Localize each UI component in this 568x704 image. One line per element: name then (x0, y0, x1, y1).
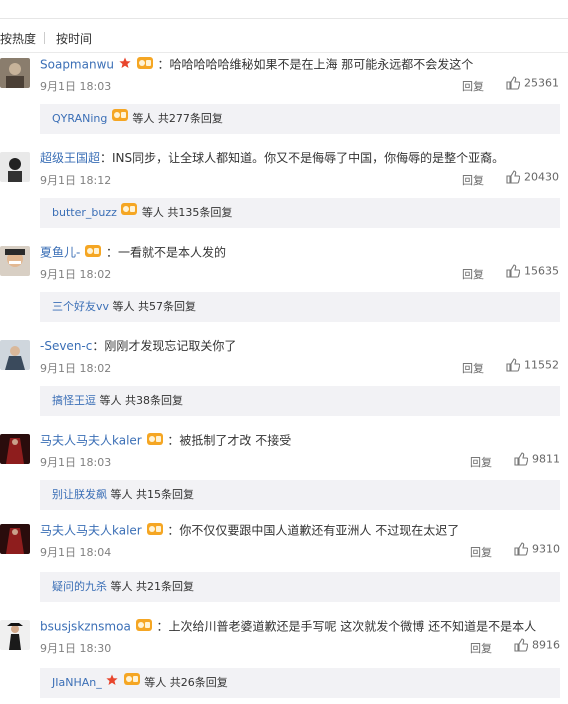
reply-button[interactable]: 回复 (462, 266, 484, 282)
comment-time: 9月1日 18:02 (40, 362, 112, 375)
thumbs-up-icon (506, 358, 521, 372)
comment-text: ：一看就不是本人发的 (106, 245, 227, 260)
top-bar (0, 0, 568, 19)
reply-username[interactable]: JIaNHAn_ (52, 676, 102, 689)
reply-username[interactable]: QYRANing (52, 112, 107, 125)
thumbs-up-icon (506, 76, 521, 90)
comment-text: ：刚刚才发现忘记取关你了 (92, 339, 237, 353)
like-count: 25361 (524, 76, 559, 90)
star-icon (106, 668, 118, 698)
reply-summary[interactable]: butter_buzz 等人 共135条回复 (40, 198, 560, 228)
comment-username[interactable]: 马夫人马夫人kaler (40, 524, 142, 538)
reply-button[interactable]: 回复 (470, 544, 492, 560)
comment-text: ：你不仅仅要跟中国人道歉还有亚洲人 不过现在太迟了 (167, 523, 460, 538)
comment-time: 9月1日 18:12 (40, 174, 112, 187)
avatar[interactable] (0, 246, 30, 276)
like-count: 15635 (524, 264, 559, 278)
reply-count-text: 等人 共15条回复 (110, 488, 195, 501)
avatar[interactable] (0, 152, 30, 182)
reply-summary[interactable]: 别让朕发飙 等人 共15条回复 (40, 480, 560, 510)
reply-username[interactable]: 三个好友vv (52, 300, 109, 313)
vip-badge-icon (123, 668, 140, 698)
avatar[interactable] (0, 434, 30, 464)
reply-summary[interactable]: QYRANing 等人 共277条回复 (40, 104, 560, 134)
like-button[interactable]: 9310 (514, 542, 560, 556)
reply-button[interactable]: 回复 (462, 360, 484, 376)
vip-badge-icon (85, 244, 102, 262)
tab-divider (44, 32, 45, 44)
like-button[interactable]: 25361 (506, 76, 559, 90)
reply-count-text: 等人 共26条回复 (144, 676, 228, 689)
reply-summary[interactable]: 搞怪王逗 等人 共38条回复 (40, 386, 560, 416)
reply-username[interactable]: 疑问的九杀 (52, 580, 107, 593)
comment-username[interactable]: -Seven-c (40, 339, 92, 353)
comment-time: 9月1日 18:03 (40, 80, 112, 93)
vip-badge-icon (121, 198, 138, 228)
reply-button[interactable]: 回复 (470, 640, 492, 656)
avatar[interactable] (0, 620, 30, 650)
reply-summary[interactable]: 三个好友vv 等人 共57条回复 (40, 292, 560, 322)
thumbs-up-icon (506, 170, 521, 184)
vip-badge-icon (146, 522, 163, 540)
thumbs-up-icon (514, 452, 529, 466)
comment-time: 9月1日 18:02 (40, 268, 112, 281)
reply-summary[interactable]: JIaNHAn_ 等人 共26条回复 (40, 668, 560, 698)
reply-count-text: 等人 共135条回复 (141, 206, 233, 219)
like-button[interactable]: 11552 (506, 358, 559, 372)
comment-text: ：哈哈哈哈哈维秘如果不是在上海 那可能永远都不会发这个 (157, 57, 474, 72)
comment-time: 9月1日 18:30 (40, 642, 112, 655)
comment-username[interactable]: 马夫人马夫人kaler (40, 434, 142, 448)
comment-text: ：INS同步，让全球人都知道。你又不是侮辱了中国，你侮辱的是整个亚裔。 (100, 151, 505, 165)
reply-count-text: 等人 共38条回复 (99, 394, 184, 407)
like-count: 11552 (524, 358, 559, 372)
reply-button[interactable]: 回复 (470, 454, 492, 470)
thumbs-up-icon (506, 264, 521, 278)
like-button[interactable]: 15635 (506, 264, 559, 278)
reply-username[interactable]: 搞怪王逗 (52, 394, 96, 407)
comment-username[interactable]: Soapmanwu (40, 58, 114, 72)
comment-text: ：被抵制了才改 不接受 (167, 433, 292, 448)
reply-button[interactable]: 回复 (462, 172, 484, 188)
reply-summary[interactable]: 疑问的九杀 等人 共21条回复 (40, 572, 560, 602)
reply-username[interactable]: 别让朕发飙 (52, 488, 107, 501)
vip-badge-icon (146, 432, 163, 450)
reply-button[interactable]: 回复 (462, 78, 484, 94)
reply-count-text: 等人 共57条回复 (112, 300, 197, 313)
like-count: 8916 (532, 638, 560, 652)
avatar[interactable] (0, 340, 30, 370)
comment-username[interactable]: bsusjskznsmoa (40, 620, 131, 634)
star-icon (119, 57, 131, 73)
vip-badge-icon (111, 104, 128, 134)
comment-text: ：上次给川普老婆道歉还是手写呢 这次就发个微博 还不知道是不是本人 (156, 619, 537, 634)
avatar[interactable] (0, 58, 30, 88)
tab-by-heat[interactable]: 按热度 (0, 30, 36, 47)
like-button[interactable]: 20430 (506, 170, 559, 184)
like-button[interactable]: 9811 (514, 452, 560, 466)
sort-bar: 按热度 按时间 (0, 24, 568, 53)
comment-username[interactable]: 超级王国超 (40, 151, 100, 165)
tab-by-time[interactable]: 按时间 (56, 30, 92, 47)
vip-badge-icon (136, 56, 153, 74)
thumbs-up-icon (514, 638, 529, 652)
reply-count-text: 等人 共277条回复 (132, 112, 223, 125)
reply-count-text: 等人 共21条回复 (110, 580, 195, 593)
like-button[interactable]: 8916 (514, 638, 560, 652)
comment-username[interactable]: 夏鱼儿- (40, 246, 80, 260)
avatar[interactable] (0, 524, 30, 554)
comment-time: 9月1日 18:03 (40, 456, 112, 469)
like-count: 9310 (532, 542, 560, 556)
reply-username[interactable]: butter_buzz (52, 206, 117, 219)
like-count: 20430 (524, 170, 559, 184)
vip-badge-icon (135, 618, 152, 636)
thumbs-up-icon (514, 542, 529, 556)
like-count: 9811 (532, 452, 560, 466)
comment-time: 9月1日 18:04 (40, 546, 112, 559)
